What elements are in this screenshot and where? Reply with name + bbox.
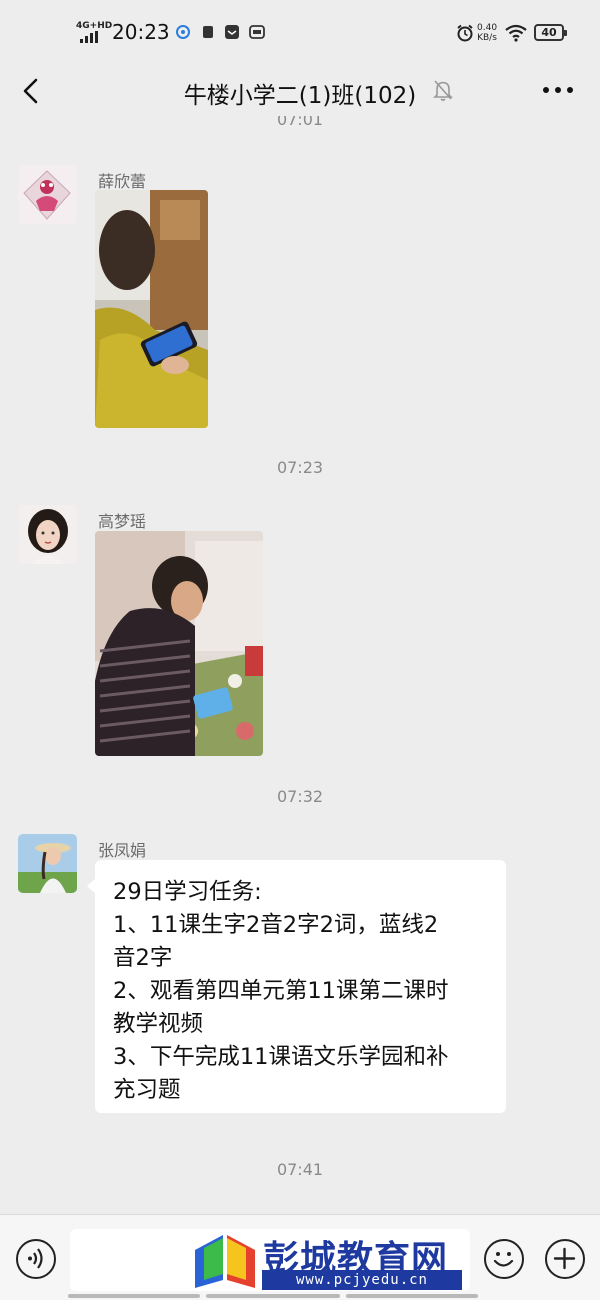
photo-image [95, 190, 208, 428]
message-line: 29日学习任务: [113, 879, 262, 905]
watermark: 彭城教育网 www.pcjyedu.cn [190, 1228, 465, 1292]
message-line: 音2字 [113, 945, 173, 971]
message-line: 充习题 [113, 1077, 181, 1103]
voice-button[interactable] [16, 1239, 56, 1279]
sender-name: 薛欣蕾 [98, 172, 147, 191]
plus-icon [553, 1247, 576, 1270]
nav-indicator [206, 1294, 340, 1298]
image-message[interactable] [95, 190, 208, 428]
avatar-image [18, 834, 77, 893]
speed-unit: KB/s [477, 33, 497, 43]
sender-name: 高梦瑶 [98, 512, 147, 531]
network-type: 4G+HD [76, 21, 113, 31]
photo-image [95, 531, 263, 756]
timestamp: 07:32 [276, 787, 324, 806]
network-speed: 0.40 KB/s [477, 23, 497, 43]
avatar[interactable] [18, 165, 77, 224]
timestamp: 07:23 [276, 458, 324, 477]
sender-name: 张凤娟 [98, 841, 147, 860]
chat-header: 牛楼小学二(1)班(102) [0, 66, 600, 116]
emoji-icon [493, 1252, 514, 1267]
cloud-app-icon [176, 25, 190, 39]
avatar[interactable] [18, 834, 77, 893]
avatar-image [18, 505, 77, 564]
emoji-button[interactable] [484, 1239, 524, 1279]
more-dots-icon[interactable] [542, 80, 574, 100]
message-line: 2、观看第四单元第11课第二课时 [113, 978, 449, 1004]
voice-icon [28, 1248, 43, 1269]
nav-indicator [68, 1294, 200, 1298]
status-bar: 4G+HD 20:23 0.40 KB/s 40 [0, 0, 600, 66]
app-notification-icon [203, 26, 213, 38]
mail-icon [249, 25, 265, 39]
message-line: 1、11课生字2音2字2词，蓝线2 [113, 912, 439, 938]
avatar-image [18, 165, 77, 224]
message-line: 教学视频 [113, 1011, 204, 1037]
wifi-icon [505, 24, 527, 42]
watermark-url: www.pcjyedu.cn [262, 1270, 462, 1290]
message-app-icon [225, 25, 239, 39]
signal-icon [80, 31, 98, 43]
clock: 20:23 [112, 20, 170, 44]
alarm-icon [457, 24, 473, 42]
speed-value: 0.40 [477, 23, 498, 33]
avatar[interactable] [18, 505, 77, 564]
timestamp-clip: 07:01 [0, 116, 600, 136]
watermark-logo [195, 1235, 255, 1288]
image-message[interactable] [95, 531, 263, 756]
message-line: 3、下午完成11课语文乐学园和补 [113, 1044, 449, 1070]
chat-title[interactable]: 牛楼小学二(1)班(102) [184, 83, 416, 109]
timestamp: 07:41 [276, 1160, 324, 1179]
text-message-bubble[interactable]: 29日学习任务: 1、11课生字2音2字2词，蓝线2 音2字 2、观看第四单元第… [87, 860, 506, 1113]
bell-off-icon [433, 80, 454, 101]
timestamp: 07:01 [276, 116, 324, 129]
battery-indicator: 40 [534, 24, 567, 41]
nav-indicator [346, 1294, 478, 1298]
plus-button[interactable] [545, 1239, 585, 1279]
